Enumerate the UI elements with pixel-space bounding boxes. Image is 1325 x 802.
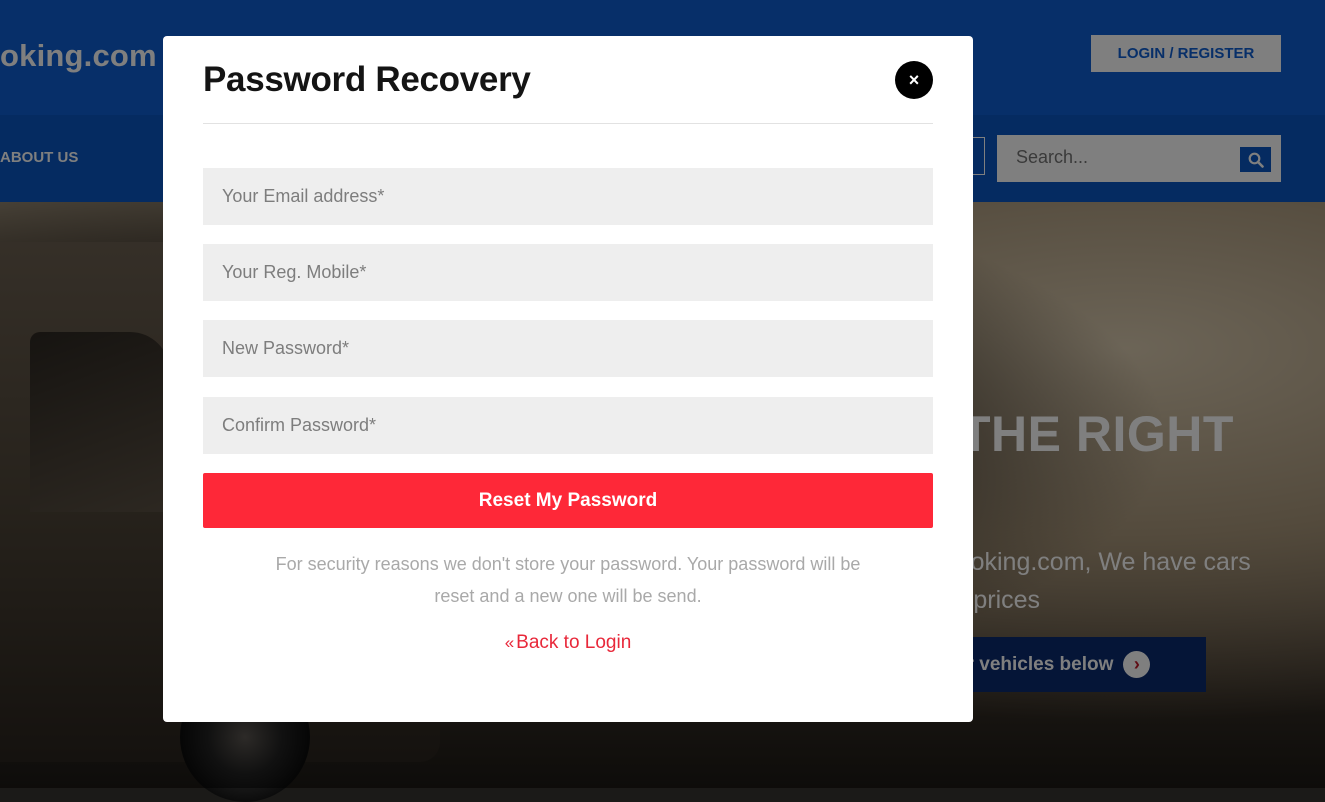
divider (203, 123, 933, 124)
password-recovery-modal: Password Recovery × Reset My Password Fo… (163, 36, 973, 722)
email-field[interactable] (203, 168, 933, 225)
reset-password-button[interactable]: Reset My Password (203, 473, 933, 528)
modal-title: Password Recovery (203, 60, 531, 99)
security-note: For security reasons we don't store your… (275, 554, 861, 606)
back-to-login-label: Back to Login (516, 632, 632, 653)
mobile-field[interactable] (203, 244, 933, 301)
double-chevron-left-icon: « (504, 633, 515, 652)
back-to-login-link[interactable]: «Back to Login (163, 632, 973, 654)
confirm-password-field[interactable] (203, 397, 933, 454)
close-icon: × (908, 69, 920, 90)
new-password-field[interactable] (203, 320, 933, 377)
close-button[interactable]: × (895, 61, 933, 99)
